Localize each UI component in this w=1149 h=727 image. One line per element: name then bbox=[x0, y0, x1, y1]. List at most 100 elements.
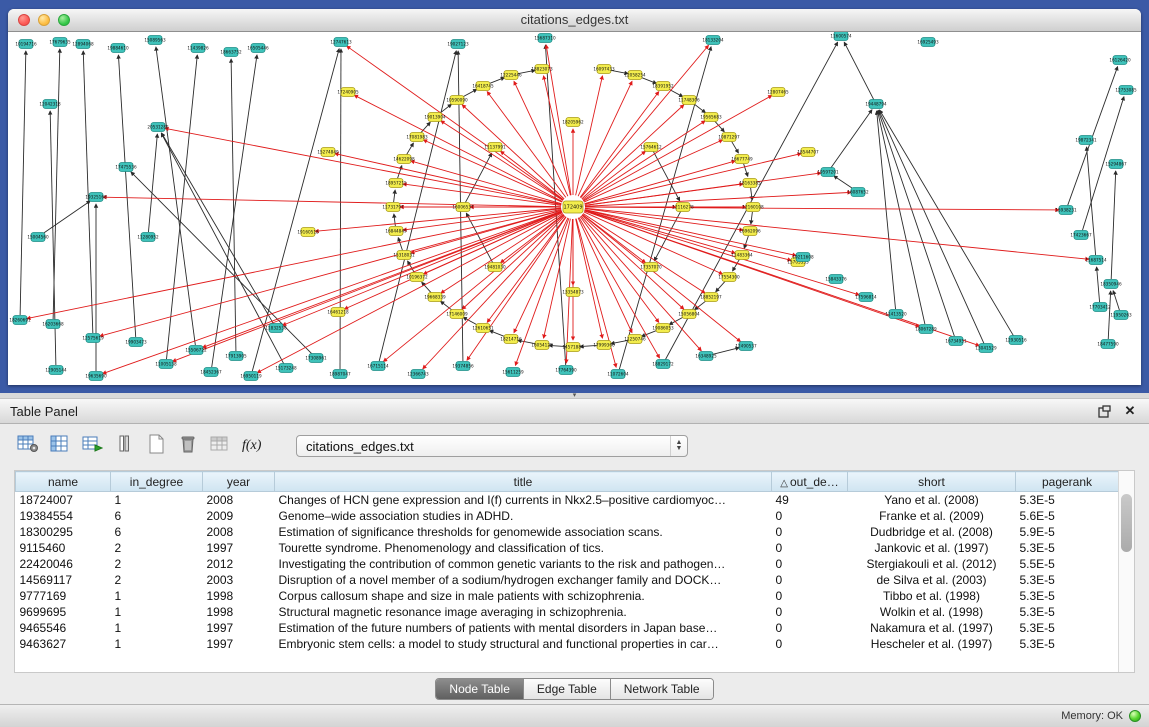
table-cell[interactable]: 14569117 bbox=[16, 572, 111, 588]
table-cell[interactable]: 18724007 bbox=[16, 492, 111, 508]
table-cell[interactable]: 2 bbox=[111, 556, 203, 572]
table-cell[interactable]: Hescheler et al. (1997) bbox=[848, 636, 1016, 652]
table-cell[interactable]: 5.3E-5 bbox=[1016, 588, 1119, 604]
graph-node[interactable]: 12905144 bbox=[45, 366, 67, 375]
graph-node[interactable]: 15611259 bbox=[502, 368, 524, 377]
table-cell[interactable]: 5.9E-5 bbox=[1016, 524, 1119, 540]
table-cell[interactable]: 0 bbox=[772, 588, 848, 604]
window-titlebar[interactable]: citations_edges.txt bbox=[8, 9, 1141, 32]
graph-node[interactable]: 15938231 bbox=[1055, 206, 1077, 215]
graph-node[interactable]: 11483364 bbox=[731, 251, 753, 260]
graph-node[interactable]: 19013904 bbox=[424, 113, 446, 122]
table-cell[interactable]: Nakamura et al. (1997) bbox=[848, 620, 1016, 636]
table-cell[interactable]: 2012 bbox=[203, 556, 275, 572]
graph-node[interactable]: 19565683 bbox=[700, 113, 722, 122]
graph-node[interactable]: 11280952 bbox=[137, 233, 159, 242]
graph-node[interactable]: 19872341 bbox=[1075, 136, 1097, 145]
graph-node[interactable]: 12042318 bbox=[39, 100, 61, 109]
table-cell[interactable]: 1997 bbox=[203, 620, 275, 636]
table-cell[interactable]: 1 bbox=[111, 588, 203, 604]
table-row[interactable]: 946362711997Embryonic stem cells: a mode… bbox=[16, 636, 1119, 652]
table-row[interactable]: 2242004622012Investigating the contribut… bbox=[16, 556, 1119, 572]
table-cell[interactable]: Yano et al. (2008) bbox=[848, 492, 1016, 508]
graph-node[interactable]: 17308961 bbox=[305, 354, 327, 363]
table-cell[interactable]: 49 bbox=[772, 492, 848, 508]
table-cell[interactable]: 1997 bbox=[203, 636, 275, 652]
graph-node[interactable]: 16734951 bbox=[945, 337, 967, 346]
graph-node[interactable]: 18852197 bbox=[700, 293, 722, 302]
table-cell[interactable]: 6 bbox=[111, 508, 203, 524]
table-cell[interactable]: 0 bbox=[772, 620, 848, 636]
graph-node[interactable]: 12894068 bbox=[72, 40, 94, 49]
graph-node[interactable]: 18477590 bbox=[1097, 340, 1119, 349]
graph-node[interactable]: 19884610 bbox=[107, 44, 129, 53]
table-row[interactable]: 946554611997Estimation of the future num… bbox=[16, 620, 1119, 636]
table-cell[interactable]: Disruption of a novel member of a sodium… bbox=[275, 572, 772, 588]
graph-node[interactable]: 15687310 bbox=[534, 34, 556, 43]
graph-node[interactable]: 11137991 bbox=[484, 143, 506, 152]
graph-node[interactable]: 17913905 bbox=[225, 352, 247, 361]
table-cell[interactable]: 0 bbox=[772, 636, 848, 652]
graph-node[interactable]: 11832530 bbox=[265, 324, 287, 333]
table-cell[interactable]: 19384554 bbox=[16, 508, 111, 524]
table-cell[interactable]: 2008 bbox=[203, 524, 275, 540]
graph-node[interactable]: 19597201 bbox=[817, 168, 839, 177]
graph-node[interactable]: 16505446 bbox=[247, 44, 269, 53]
graph-node[interactable]: 18957215 bbox=[385, 179, 407, 188]
table-cell[interactable]: 5.6E-5 bbox=[1016, 508, 1119, 524]
table-cell[interactable]: Franke et al. (2009) bbox=[848, 508, 1016, 524]
graph-node[interactable]: 17554300 bbox=[718, 273, 740, 282]
table-cell[interactable]: 2 bbox=[111, 540, 203, 556]
graph-node[interactable]: 11748306 bbox=[678, 96, 700, 105]
import-table-button[interactable] bbox=[78, 433, 106, 459]
table-cell[interactable]: 0 bbox=[772, 508, 848, 524]
column-header-title[interactable]: title bbox=[275, 472, 772, 492]
table-cell[interactable]: Wolkin et al. (1998) bbox=[848, 604, 1016, 620]
network-canvas[interactable]: 1724091609743312058254183919521174830619… bbox=[8, 32, 1141, 385]
table-cell[interactable]: 5.5E-5 bbox=[1016, 556, 1119, 572]
graph-node[interactable]: 19481030 bbox=[484, 263, 506, 272]
graph-node[interactable]: 15318031 bbox=[393, 251, 415, 260]
graph-node[interactable]: 11439826 bbox=[187, 44, 209, 53]
graph-node[interactable]: 12160108 bbox=[742, 203, 764, 212]
graph-node[interactable]: 19448794 bbox=[865, 100, 887, 109]
graph-node[interactable]: 12930516 bbox=[1005, 336, 1027, 345]
table-cell[interactable]: Embryonic stem cells: a model to study s… bbox=[275, 636, 772, 652]
graph-node[interactable]: 14622098 bbox=[393, 155, 415, 164]
graph-node[interactable]: 15089563 bbox=[144, 36, 166, 45]
graph-node[interactable]: 17475536 bbox=[115, 163, 137, 172]
graph-node[interactable]: 14571884 bbox=[562, 343, 584, 352]
column-header-out_de[interactable]: △out_de… bbox=[772, 472, 848, 492]
table-row[interactable]: 1938455462009Genome–wide association stu… bbox=[16, 508, 1119, 524]
table-selector-dropdown[interactable]: citations_edges.txt ▲▼ bbox=[296, 435, 688, 457]
graph-node[interactable]: 12575619 bbox=[82, 334, 104, 343]
table-cell[interactable]: Corpus callosum shape and size in male p… bbox=[275, 588, 772, 604]
graph-node[interactable]: 16054125 bbox=[531, 341, 553, 350]
table-cell[interactable]: 18300295 bbox=[16, 524, 111, 540]
table-cell[interactable]: 1 bbox=[111, 492, 203, 508]
graph-node[interactable]: 16950119 bbox=[240, 372, 262, 381]
graph-hub-node[interactable]: 172409 bbox=[563, 201, 583, 213]
graph-node[interactable]: 18133204 bbox=[702, 36, 724, 45]
scrollbar-thumb[interactable] bbox=[1121, 494, 1132, 552]
graph-node[interactable]: 11687514 bbox=[1085, 256, 1107, 265]
column-header-name[interactable]: name bbox=[16, 472, 111, 492]
graph-node[interactable]: 16087652 bbox=[847, 188, 869, 197]
graph-node[interactable]: 15843376 bbox=[825, 275, 847, 284]
graph-node[interactable]: 18663752 bbox=[220, 48, 242, 57]
graph-node[interactable]: 16097433 bbox=[593, 65, 615, 74]
graph-node[interactable]: 15764612 bbox=[640, 143, 662, 152]
table-cell[interactable]: 5.3E-5 bbox=[1016, 540, 1119, 556]
graph-node[interactable]: 16126420 bbox=[1109, 56, 1131, 65]
table-cell[interactable]: 5.3E-5 bbox=[1016, 636, 1119, 652]
column-button[interactable] bbox=[110, 433, 138, 459]
table-cell[interactable]: de Silva et al. (2003) bbox=[848, 572, 1016, 588]
table-cell[interactable]: 1998 bbox=[203, 588, 275, 604]
table-cell[interactable]: 6 bbox=[111, 524, 203, 540]
graph-node[interactable]: 19903473 bbox=[125, 338, 147, 347]
table-cell[interactable]: 9115460 bbox=[16, 540, 111, 556]
table-cell[interactable]: Investigating the contribution of common… bbox=[275, 556, 772, 572]
graph-node[interactable]: 17146009 bbox=[446, 310, 468, 319]
show-columns-button[interactable] bbox=[46, 433, 74, 459]
table-cell[interactable]: 1998 bbox=[203, 604, 275, 620]
